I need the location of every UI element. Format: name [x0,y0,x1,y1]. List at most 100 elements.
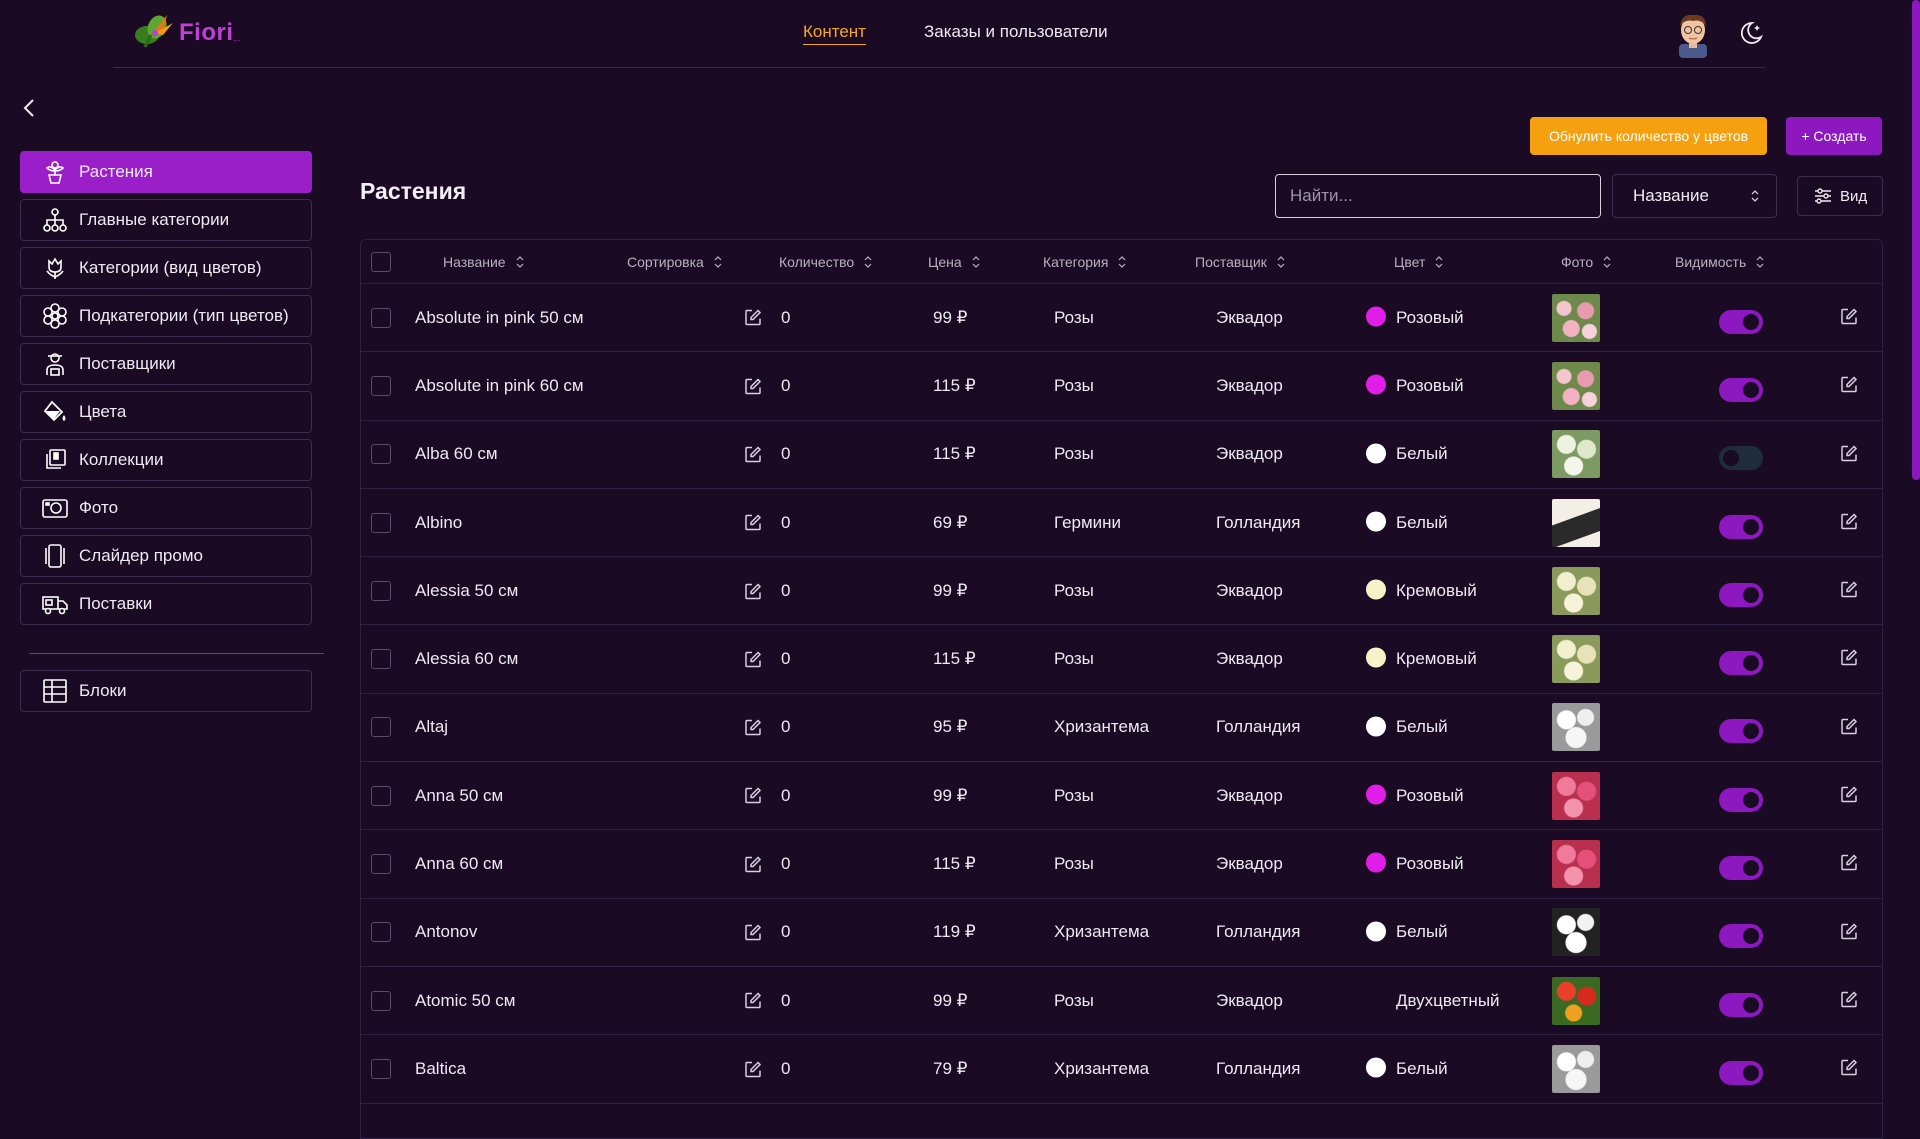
edit-sort-button[interactable] [744,719,762,742]
sidebar-item-colors[interactable]: Цвета [20,391,312,433]
plant-photo[interactable] [1552,566,1600,615]
search-input[interactable] [1275,174,1601,218]
table-row[interactable]: Anna 60 см 0 115 ₽ Розы Эквадор Розовый [361,830,1882,899]
edit-row-button[interactable] [1840,512,1858,535]
avatar[interactable] [1673,10,1713,58]
page-scrollbar[interactable] [1912,0,1920,480]
visibility-toggle[interactable] [1719,1060,1763,1085]
select-all-checkbox[interactable] [371,252,391,272]
table-row[interactable]: Alba 60 см 0 115 ₽ Розы Эквадор Белый [361,421,1882,489]
nav-orders-users[interactable]: Заказы и пользователи [924,22,1108,45]
visibility-toggle[interactable] [1719,309,1763,334]
edit-row-button[interactable] [1840,649,1858,672]
visibility-toggle[interactable] [1719,446,1763,471]
plant-photo[interactable] [1552,908,1600,957]
sidebar-item-promo-slider[interactable]: Слайдер промо [20,535,312,577]
header-col-category[interactable]: Категория [1043,254,1126,270]
plant-photo[interactable] [1552,703,1600,752]
view-button[interactable]: Вид [1797,176,1883,216]
row-checkbox[interactable] [371,307,391,328]
sidebar-item-photos[interactable]: Фото [20,487,312,529]
row-checkbox[interactable] [371,512,391,533]
edit-sort-button[interactable] [744,992,762,1015]
plant-photo[interactable] [1552,293,1600,342]
plant-photo[interactable] [1552,840,1600,889]
table-row[interactable]: Alessia 60 см 0 115 ₽ Розы Эквадор Кремовый [361,625,1882,694]
logo[interactable]: Fiori ... [133,10,253,56]
table-row[interactable]: Anna 50 см 0 99 ₽ Розы Эквадор Розовый [361,762,1882,831]
row-checkbox[interactable] [371,717,391,738]
create-button[interactable]: + Создать [1786,117,1882,155]
sidebar-item-deliveries[interactable]: Поставки [20,583,312,625]
edit-row-button[interactable] [1840,854,1858,877]
table-row[interactable]: Alessia 50 см 0 99 ₽ Розы Эквадор Кремовый [361,557,1882,626]
row-checkbox[interactable] [371,444,391,465]
edit-sort-button[interactable] [744,855,762,878]
sidebar-item-categories[interactable]: Категории (вид цветов) [20,247,312,289]
edit-row-button[interactable] [1840,786,1858,809]
edit-sort-button[interactable] [744,514,762,537]
visibility-toggle[interactable] [1719,651,1763,676]
plant-photo[interactable] [1552,430,1600,479]
header-col-photo[interactable]: Фото [1561,254,1611,270]
table-row[interactable]: Absolute in pink 50 см 0 99 ₽ Розы Эквадор Ро… [361,284,1882,353]
header-col-price[interactable]: Цена [928,254,980,270]
edit-sort-button[interactable] [744,924,762,947]
plant-photo[interactable] [1552,771,1600,820]
visibility-toggle[interactable] [1719,992,1763,1017]
plant-photo[interactable] [1552,1044,1600,1093]
plant-photo[interactable] [1552,361,1600,410]
visibility-toggle[interactable] [1719,856,1763,881]
edit-sort-button[interactable] [744,309,762,332]
reset-quantity-button[interactable]: Обнулить количество у цветов [1530,117,1767,155]
header-col-supplier[interactable]: Поставщик [1195,254,1285,270]
visibility-toggle[interactable] [1719,582,1763,607]
table-row[interactable]: Baltica 0 79 ₽ Хризантема Голландия Белый [361,1035,1882,1104]
table-row[interactable]: Atomic 50 см 0 99 ₽ Розы Эквадор Двухцветный [361,967,1882,1036]
edit-sort-button[interactable] [744,650,762,673]
row-checkbox[interactable] [371,922,391,943]
table-row[interactable]: Absolute in pink 60 см 0 115 ₽ Розы Эквадор Р… [361,352,1882,421]
edit-row-button[interactable] [1840,307,1858,330]
table-row[interactable]: Antonov 0 119 ₽ Хризантема Голландия Белый [361,899,1882,967]
table-row[interactable]: Altaj 0 95 ₽ Хризантема Голландия Белый [361,694,1882,763]
row-checkbox[interactable] [371,375,391,396]
visibility-toggle[interactable] [1719,787,1763,812]
row-checkbox[interactable] [371,785,391,806]
row-checkbox[interactable] [371,1058,391,1079]
sidebar-item-blocks[interactable]: Блоки [20,670,312,712]
row-checkbox[interactable] [371,649,391,670]
visibility-toggle[interactable] [1719,719,1763,744]
edit-sort-button[interactable] [744,445,762,468]
edit-sort-button[interactable] [744,787,762,810]
edit-row-button[interactable] [1840,581,1858,604]
edit-row-button[interactable] [1840,922,1858,945]
edit-sort-button[interactable] [744,377,762,400]
plant-photo[interactable] [1552,976,1600,1025]
header-col-sort[interactable]: Сортировка [627,254,722,270]
edit-row-button[interactable] [1840,717,1858,740]
edit-row-button[interactable] [1840,376,1858,399]
visibility-toggle[interactable] [1719,924,1763,949]
nav-content[interactable]: Контент [803,22,866,45]
visibility-toggle[interactable] [1719,514,1763,539]
sidebar-item-collections[interactable]: Коллекции [20,439,312,481]
sidebar-item-main-categories[interactable]: Главные категории [20,199,312,241]
header-col-name[interactable]: Название [443,254,524,270]
table-row[interactable]: Albino 0 69 ₽ Гермини Голландия Белый [361,489,1882,558]
row-checkbox[interactable] [371,990,391,1011]
edit-sort-button[interactable] [744,582,762,605]
back-chevron-icon[interactable] [18,96,40,120]
header-col-visibility[interactable]: Видимость [1675,254,1764,270]
sidebar-item-subcategories[interactable]: Подкатегории (тип цветов) [20,295,312,337]
row-checkbox[interactable] [371,580,391,601]
header-col-color[interactable]: Цвет [1394,254,1443,270]
plant-photo[interactable] [1552,635,1600,684]
header-col-quantity[interactable]: Количество [779,254,872,270]
sidebar-item-suppliers[interactable]: Поставщики [20,343,312,385]
plant-photo[interactable] [1552,498,1600,547]
row-checkbox[interactable] [371,854,391,875]
sidebar-item-plants[interactable]: Растения [20,151,312,193]
edit-row-button[interactable] [1840,990,1858,1013]
edit-row-button[interactable] [1840,444,1858,467]
